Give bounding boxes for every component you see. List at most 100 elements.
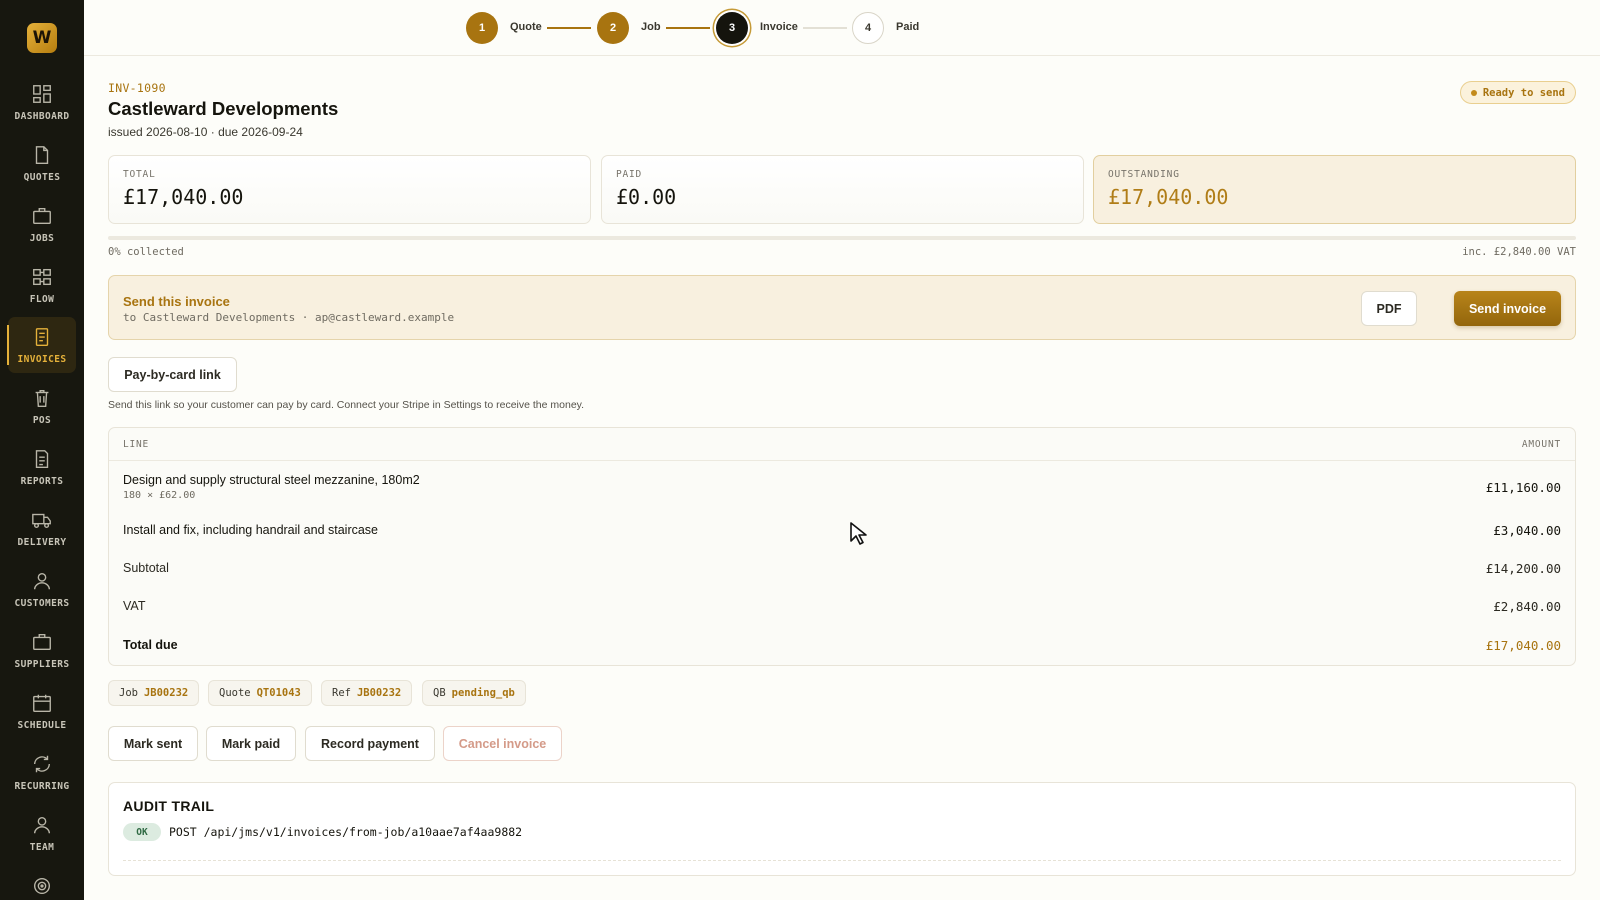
total-label: TOTAL [123, 169, 156, 180]
briefcase-icon [33, 633, 51, 651]
quickbooks-ref-chip[interactable]: QB pending_qb [422, 680, 526, 706]
sidebar-item-schedule[interactable]: SCHEDULE [8, 683, 76, 739]
chip-value: JB00232 [356, 687, 402, 699]
sidebar-item-label: SCHEDULE [17, 720, 67, 731]
sidebar-item-customers[interactable]: CUSTOMERS [8, 561, 76, 617]
briefcase-icon [33, 207, 51, 225]
sidebar-item-target[interactable] [8, 866, 76, 900]
step-4-circle[interactable]: 4 [852, 12, 884, 44]
chip-value: QT01043 [256, 687, 301, 699]
audit-status-badge: OK [123, 823, 161, 841]
send-invoice-button[interactable]: Send invoice [1454, 291, 1561, 326]
sidebar-item-team[interactable]: TEAM [8, 805, 76, 861]
vat-label: VAT [123, 599, 146, 613]
line-amount: £3,040.00 [1493, 523, 1561, 538]
total-card: TOTAL £17,040.00 [108, 155, 591, 224]
truck-icon [32, 513, 51, 529]
sidebar-item-label: SUPPLIERS [14, 659, 70, 670]
job-ref-chip[interactable]: Job JB00232 [108, 680, 200, 706]
subtotal-row: Subtotal £14,200.00 [109, 551, 1575, 589]
outstanding-label: OUTSTANDING [1108, 169, 1180, 180]
sidebar-item-suppliers[interactable]: SUPPLIERS [8, 622, 76, 678]
sidebar-item-label: REPORTS [20, 476, 64, 487]
total-due-value: £17,040.00 [1485, 638, 1561, 653]
step-3-label[interactable]: Invoice [760, 21, 798, 33]
mark-paid-button[interactable]: Mark paid [206, 726, 296, 761]
audit-trail-panel: AUDIT TRAIL OK POST /api/jms/v1/invoices… [108, 782, 1576, 876]
sidebar-item-quotes[interactable]: QUOTES [8, 135, 76, 191]
send-invoice-panel: Send this invoice to Castleward Developm… [108, 275, 1576, 340]
status-badge: Ready to send [1459, 81, 1576, 104]
paid-value: £0.00 [616, 185, 677, 209]
record-payment-button[interactable]: Record payment [305, 726, 435, 761]
collection-progress-bar [108, 236, 1576, 240]
ref-chip[interactable]: Ref JB00232 [321, 680, 413, 706]
step-2-label[interactable]: Job [641, 21, 661, 33]
vat-row: VAT £2,840.00 [109, 589, 1575, 627]
table-header: LINE AMOUNT [109, 428, 1575, 461]
sidebar-item-recurring[interactable]: RECURRING [8, 744, 76, 800]
invoice-number: INV-1090 [108, 81, 166, 95]
paid-card: PAID £0.00 [601, 155, 1084, 224]
pay-by-card-note: Send this link so your customer can pay … [108, 399, 585, 411]
audit-divider [123, 860, 1561, 861]
pay-by-card-link-button[interactable]: Pay-by-card link [108, 357, 237, 392]
total-due-row: Total due £17,040.00 [109, 627, 1575, 665]
target-icon [33, 877, 51, 895]
team-icon [33, 816, 51, 834]
chip-key: Quote [219, 687, 251, 699]
mark-sent-button[interactable]: Mark sent [108, 726, 198, 761]
line-amount: £11,160.00 [1485, 480, 1561, 495]
outstanding-value: £17,040.00 [1108, 185, 1229, 209]
receipt-icon [35, 328, 49, 346]
table-row[interactable]: Install and fix, including handrail and … [109, 513, 1575, 551]
collected-percent: 0% collected [108, 246, 184, 258]
sidebar-item-label: INVOICES [17, 354, 67, 365]
page-title: Castleward Developments [108, 98, 339, 119]
status-dot-icon [1470, 89, 1477, 96]
vat-note: inc. £2,840.00 VAT [1462, 246, 1576, 258]
sidebar-item-pos[interactable]: POS [8, 378, 76, 434]
chip-value: pending_qb [451, 687, 515, 699]
user-icon [33, 572, 51, 590]
table-row[interactable]: Design and supply structural steel mezza… [109, 461, 1575, 513]
outstanding-card: OUTSTANDING £17,040.00 [1093, 155, 1576, 224]
step-connector [547, 27, 591, 29]
step-2-circle[interactable]: 2 [597, 12, 629, 44]
report-icon [35, 450, 49, 468]
line-items-table: LINE AMOUNT Design and supply structural… [108, 427, 1576, 666]
line-quantity-detail: 180 × £62.00 [123, 490, 196, 501]
line-description: Design and supply structural steel mezza… [123, 473, 420, 487]
sidebar-item-flow[interactable]: FLOW [8, 257, 76, 313]
step-connector [666, 27, 710, 29]
step-4-label[interactable]: Paid [896, 21, 919, 33]
document-icon [35, 146, 49, 164]
sidebar-item-reports[interactable]: REPORTS [8, 439, 76, 495]
chip-key: QB [433, 687, 446, 699]
sidebar-item-label: POS [32, 415, 52, 426]
quote-ref-chip[interactable]: Quote QT01043 [208, 680, 312, 706]
cancel-invoice-button[interactable]: Cancel invoice [443, 726, 562, 761]
send-panel-recipient: to Castleward Developments · ap@castlewa… [123, 311, 455, 324]
subtotal-label: Subtotal [123, 561, 169, 575]
step-1-label[interactable]: Quote [510, 21, 542, 33]
step-1-circle[interactable]: 1 [466, 12, 498, 44]
column-header-line: LINE [123, 439, 150, 450]
sidebar-item-label: TEAM [29, 842, 55, 853]
refresh-icon [33, 755, 51, 773]
sidebar-item-dashboard[interactable]: DASHBOARD [8, 74, 76, 130]
sidebar-item-delivery[interactable]: DELIVERY [8, 500, 76, 556]
app-logo[interactable]: W [27, 23, 57, 53]
sidebar-item-jobs[interactable]: JOBS [8, 196, 76, 252]
sidebar-item-label: RECURRING [14, 781, 70, 792]
audit-entry: POST /api/jms/v1/invoices/from-job/a10aa… [169, 825, 523, 839]
step-3-circle[interactable]: 3 [716, 12, 748, 44]
total-due-label: Total due [123, 638, 178, 652]
status-badge-label: Ready to send [1482, 86, 1565, 99]
sidebar-item-invoices[interactable]: INVOICES [7, 317, 76, 373]
chip-key: Ref [332, 687, 351, 699]
pdf-button[interactable]: PDF [1361, 291, 1417, 326]
flow-icon [33, 268, 51, 286]
column-header-amount: AMOUNT [1521, 439, 1561, 450]
invoice-dates: issued 2026-08-10 · due 2026-09-24 [108, 125, 303, 139]
